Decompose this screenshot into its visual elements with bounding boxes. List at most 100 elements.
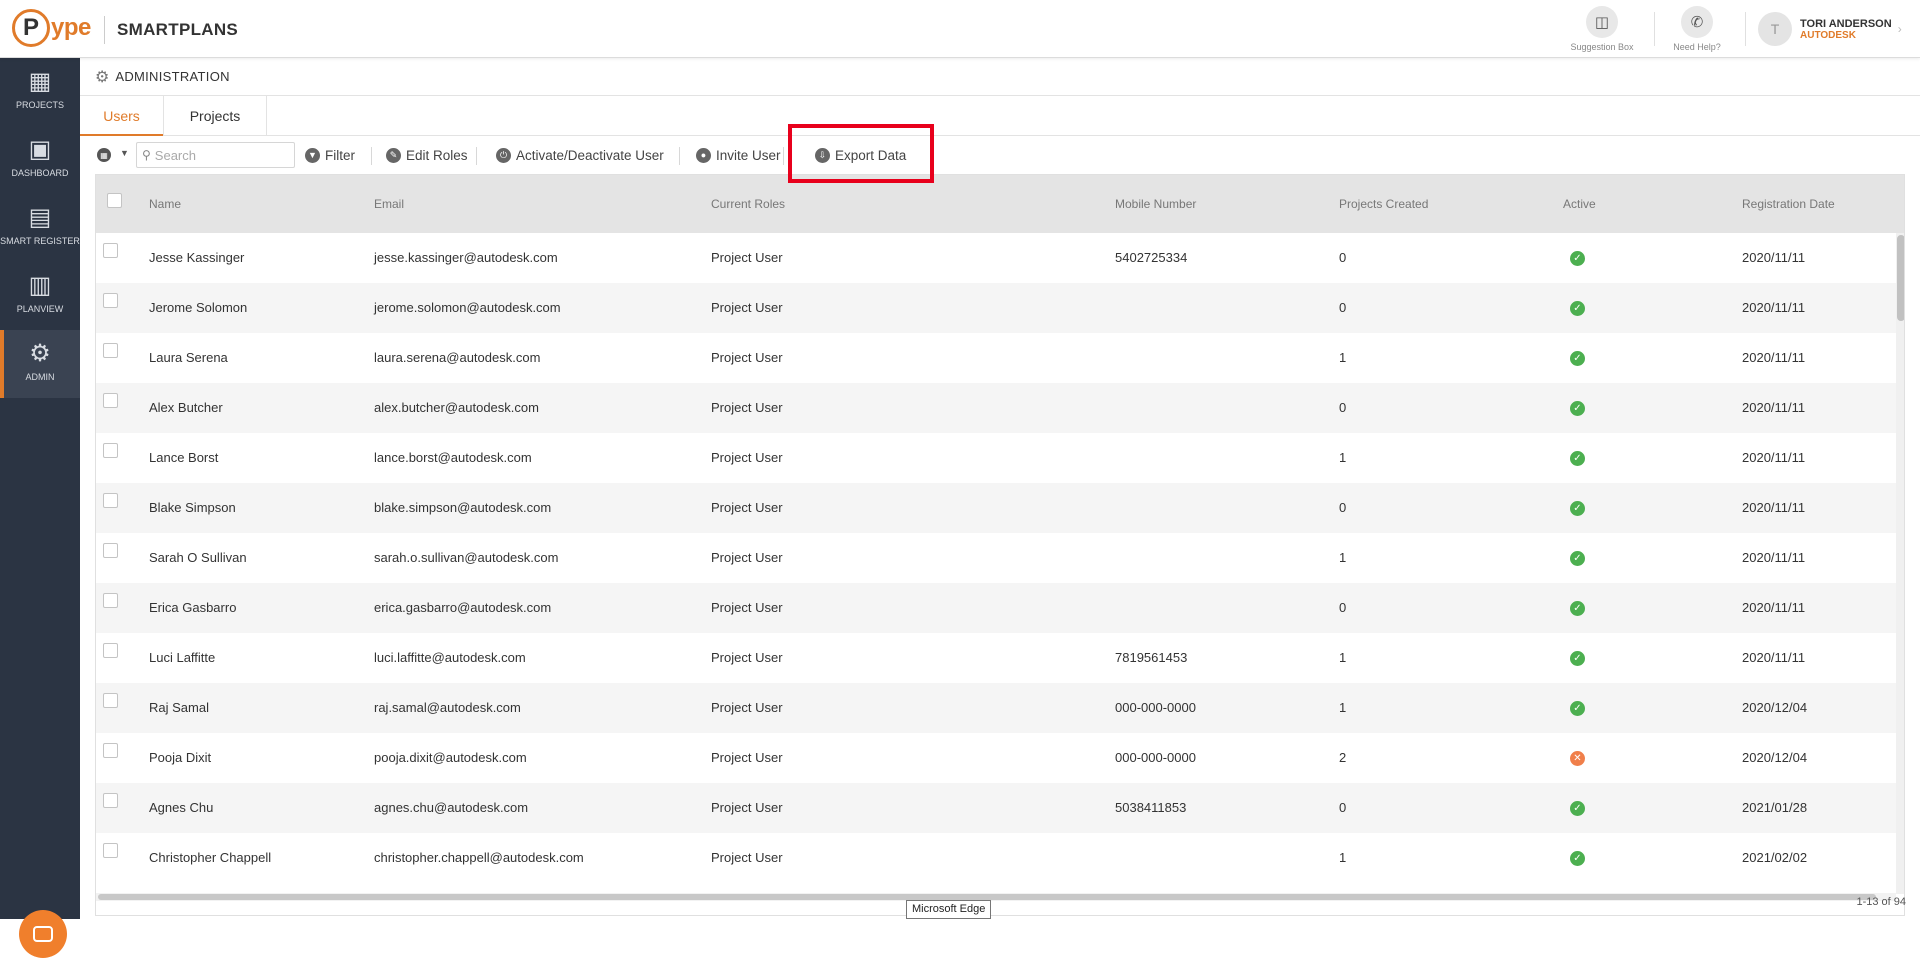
sidebar-item-projects[interactable]: ▦ PROJECTS	[0, 58, 80, 126]
sidebar-item-dashboard[interactable]: ▣ DASHBOARD	[0, 126, 80, 194]
row-checkbox[interactable]	[103, 643, 118, 658]
toolbar-divider	[679, 147, 680, 165]
row-checkbox[interactable]	[103, 243, 118, 258]
cell-name: Alex Butcher	[149, 400, 223, 415]
taskbar-tooltip: Microsoft Edge	[906, 900, 992, 919]
cell-email: pooja.dixit@autodesk.com	[374, 750, 527, 765]
table-row[interactable]: Pooja Dixit pooja.dixit@autodesk.com Proje…	[96, 733, 1904, 783]
sidebar-item-planview[interactable]: ▥ PLANVIEW	[0, 262, 80, 330]
row-checkbox[interactable]	[103, 543, 118, 558]
cell-registration-date: 2020/11/11	[1742, 450, 1806, 465]
caret-down-icon[interactable]: ▼	[120, 148, 129, 158]
vertical-scrollbar[interactable]	[1896, 233, 1904, 894]
toolbar: ▦ ▼ ⚲ ▼ Filter ✎ Edit Roles ⏻ Activate/D…	[80, 136, 1920, 174]
sidebar: ▦ PROJECTS ▣ DASHBOARD ▤ SMART REGISTER …	[0, 58, 80, 958]
table-row[interactable]: Alex Butcher alex.butcher@autodesk.com Pro…	[96, 383, 1904, 433]
search-input[interactable]	[154, 147, 285, 163]
filter-button[interactable]: ▼ Filter	[305, 144, 355, 166]
table-row[interactable]: Raj Samal raj.samal@autodesk.com Project U…	[96, 683, 1904, 733]
cell-projects-created: 0	[1339, 800, 1347, 815]
cell-role: Project User	[711, 850, 783, 865]
cell-role: Project User	[711, 400, 783, 415]
cell-mobile: 000-000-0000	[1115, 700, 1196, 715]
row-checkbox[interactable]	[103, 443, 118, 458]
suggestion-box-button[interactable]: ◫ Suggestion Box	[1562, 6, 1642, 52]
table-row[interactable]: Luci Laffitte luci.laffitte@autodesk.com P…	[96, 633, 1904, 683]
pype-logo[interactable]: P ype	[12, 9, 91, 47]
select-all-checkbox[interactable]	[107, 193, 122, 208]
cell-registration-date: 2020/11/11	[1742, 600, 1806, 615]
table-row[interactable]: Erica Gasbarro erica.gasbarro@autodesk.co…	[96, 583, 1904, 633]
active-check-icon: ✓	[1570, 501, 1585, 516]
cell-role: Project User	[711, 450, 783, 465]
active-check-icon: ✓	[1570, 801, 1585, 816]
cell-name: Erica Gasbarro	[149, 600, 237, 615]
row-checkbox[interactable]	[103, 293, 118, 308]
gears-icon: ⚙	[95, 68, 110, 86]
tab-users[interactable]: Users	[80, 96, 163, 136]
chat-support-button[interactable]	[19, 910, 67, 958]
table-row[interactable]: Laura Serena laura.serena@autodesk.com Pro…	[96, 333, 1904, 383]
cell-email: laura.serena@autodesk.com	[374, 350, 541, 365]
table-row[interactable]: Blake Simpson blake.simpson@autodesk.com P…	[96, 483, 1904, 533]
cell-registration-date: 2020/11/11	[1742, 500, 1806, 515]
cell-registration-date: 2021/01/28	[1742, 800, 1808, 815]
table-row[interactable]: Sarah O Sullivan sarah.o.sullivan@autodes…	[96, 533, 1904, 583]
row-checkbox[interactable]	[103, 843, 118, 858]
suggestion-box-icon: ◫	[1586, 6, 1618, 38]
horizontal-scrollbar[interactable]	[96, 893, 1896, 901]
filter-label: Filter	[325, 147, 355, 163]
row-checkbox[interactable]	[103, 743, 118, 758]
column-header-registration-date[interactable]: Registration Date	[1742, 175, 1835, 233]
cell-name: Raj Samal	[149, 700, 209, 715]
invite-user-button[interactable]: ● Invite User	[696, 144, 781, 166]
cell-registration-date: 2020/11/11	[1742, 400, 1806, 415]
sidebar-item-admin[interactable]: ⚙ ADMIN	[0, 330, 80, 398]
cell-role: Project User	[711, 350, 783, 365]
toolbar-divider	[783, 147, 784, 165]
scrollbar-thumb[interactable]	[1897, 235, 1904, 321]
row-checkbox[interactable]	[103, 693, 118, 708]
cell-role: Project User	[711, 550, 783, 565]
row-checkbox[interactable]	[103, 493, 118, 508]
column-header-active[interactable]: Active	[1563, 175, 1596, 233]
sidebar-item-smart-register[interactable]: ▤ SMART REGISTER	[0, 194, 80, 262]
cell-projects-created: 1	[1339, 450, 1347, 465]
column-header-mobile-number[interactable]: Mobile Number	[1115, 175, 1196, 233]
cell-registration-date: 2020/11/11	[1742, 550, 1806, 565]
column-header-name[interactable]: Name	[149, 175, 181, 233]
cell-projects-created: 0	[1339, 250, 1347, 265]
cell-projects-created: 0	[1339, 300, 1347, 315]
building-icon: ▦	[28, 68, 52, 95]
table-row[interactable]: Christopher Chappell christopher.chappell…	[96, 833, 1904, 883]
activate-deactivate-button[interactable]: ⏻ Activate/Deactivate User	[496, 144, 664, 166]
need-help-button[interactable]: ✆ Need Help?	[1657, 6, 1737, 52]
row-checkbox[interactable]	[103, 343, 118, 358]
cell-registration-date: 2020/11/11	[1742, 300, 1806, 315]
cell-role: Project User	[711, 300, 783, 315]
column-chooser-icon[interactable]: ▦	[97, 148, 111, 162]
active-indicator	[0, 330, 4, 398]
edit-roles-label: Edit Roles	[406, 147, 468, 163]
power-icon: ⏻	[496, 147, 511, 163]
cell-role: Project User	[711, 500, 783, 515]
cell-name: Agnes Chu	[149, 800, 214, 815]
column-header-current-roles[interactable]: Current Roles	[711, 175, 785, 233]
suggestion-box-label: Suggestion Box	[1570, 42, 1634, 52]
table-row[interactable]: Jesse Kassinger jesse.kassinger@autodesk.…	[96, 233, 1904, 283]
column-header-projects-created[interactable]: Projects Created	[1339, 175, 1428, 233]
table-row[interactable]: Lance Borst lance.borst@autodesk.com Proje…	[96, 433, 1904, 483]
row-checkbox[interactable]	[103, 793, 118, 808]
tab-projects[interactable]: Projects	[164, 96, 266, 136]
column-header-email[interactable]: Email	[374, 175, 404, 233]
table-row[interactable]: Jerome Solomon jerome.solomon@autodesk.co…	[96, 283, 1904, 333]
row-checkbox[interactable]	[103, 593, 118, 608]
table-row[interactable]: Agnes Chu agnes.chu@autodesk.com Project U…	[96, 783, 1904, 833]
active-check-icon: ✓	[1570, 351, 1585, 366]
header-divider	[1745, 12, 1746, 46]
cell-name: Blake Simpson	[149, 500, 236, 515]
row-checkbox[interactable]	[103, 393, 118, 408]
cell-registration-date: 2020/11/11	[1742, 350, 1806, 365]
user-menu[interactable]: T TORI ANDERSON AUTODESK ›	[1758, 12, 1902, 46]
edit-roles-button[interactable]: ✎ Edit Roles	[386, 144, 468, 166]
